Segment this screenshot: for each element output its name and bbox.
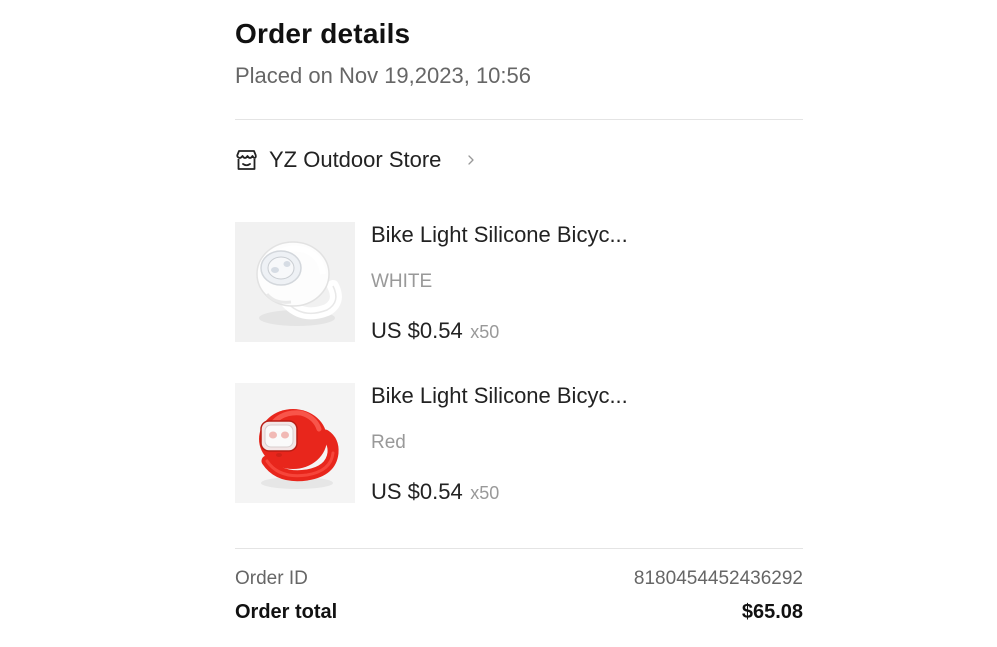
order-total-label: Order total — [235, 601, 338, 623]
item-variant: WHITE — [371, 271, 433, 292]
store-name: YZ Outdoor Store — [269, 147, 442, 172]
page-title: Order details — [235, 18, 411, 49]
item-price: US $0.54 — [371, 479, 463, 504]
white-bike-light-image — [235, 222, 355, 342]
chevron-right-icon — [467, 154, 477, 166]
placed-date: Placed on Nov 19,2023, 10:56 — [235, 63, 532, 88]
item-quantity: x50 — [470, 483, 500, 503]
order-total-value: $65.08 — [741, 601, 803, 623]
item-name: Bike Light Silicone Bicyc... — [371, 222, 628, 247]
order-id-value: 8180454452436292 — [633, 568, 803, 589]
item-price-row: US $0.54 x50 — [371, 318, 499, 344]
store-icon — [235, 149, 258, 172]
order-item[interactable]: Bike Light Silicone Bicyc... Red US $0.5… — [235, 383, 803, 504]
item-variant: Red — [371, 432, 406, 453]
order-id-row: Order ID 8180454452436292 — [235, 568, 803, 590]
order-total-row: Order total $65.08 — [235, 601, 803, 624]
item-price-row: US $0.54 x50 — [371, 479, 499, 505]
item-price: US $0.54 — [371, 318, 463, 343]
red-bike-light-image — [235, 383, 355, 503]
order-item[interactable]: Bike Light Silicone Bicyc... WHITE US $0… — [235, 222, 803, 343]
order-id-label: Order ID — [235, 568, 308, 589]
divider — [235, 119, 803, 120]
store-link[interactable]: YZ Outdoor Store — [235, 145, 477, 175]
item-name: Bike Light Silicone Bicyc... — [371, 383, 628, 408]
item-quantity: x50 — [470, 322, 500, 342]
divider — [235, 548, 803, 549]
